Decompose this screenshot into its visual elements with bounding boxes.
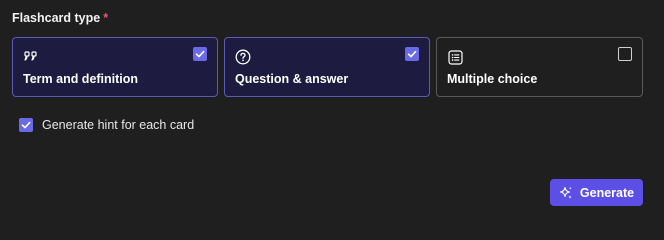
required-marker: * (103, 11, 109, 25)
list-box-icon (447, 49, 463, 65)
flashcard-type-option-multiple-choice[interactable]: Multiple choice (436, 37, 643, 97)
card-label: Term and definition (23, 72, 139, 86)
card-label: Multiple choice (447, 72, 538, 86)
sparkle-icon (559, 186, 573, 200)
flashcard-type-option-term-definition[interactable]: Term and definition (12, 37, 218, 97)
section-label-text: Flashcard type (12, 11, 101, 25)
generate-button-label: Generate (579, 185, 635, 200)
checkmark-icon (21, 121, 31, 129)
checkmark-icon (195, 50, 205, 58)
question-circle-icon (235, 49, 251, 65)
checkmark-icon (407, 50, 417, 58)
card-checkbox[interactable] (618, 47, 632, 61)
flashcard-type-panel: Flashcard type * Term and definition Ques… (0, 0, 664, 234)
card-checkbox[interactable] (193, 47, 207, 61)
generate-hint-option[interactable]: Generate hint for each card (19, 118, 194, 132)
quote-icon (23, 49, 39, 65)
generate-button[interactable]: Generate (550, 179, 643, 206)
flashcard-type-option-question-answer[interactable]: Question & answer (224, 37, 430, 97)
generate-hint-label: Generate hint for each card (42, 118, 195, 132)
section-label: Flashcard type * (12, 11, 108, 25)
generate-hint-checkbox[interactable] (19, 118, 33, 132)
card-checkbox[interactable] (405, 47, 419, 61)
card-label: Question & answer (235, 72, 349, 86)
